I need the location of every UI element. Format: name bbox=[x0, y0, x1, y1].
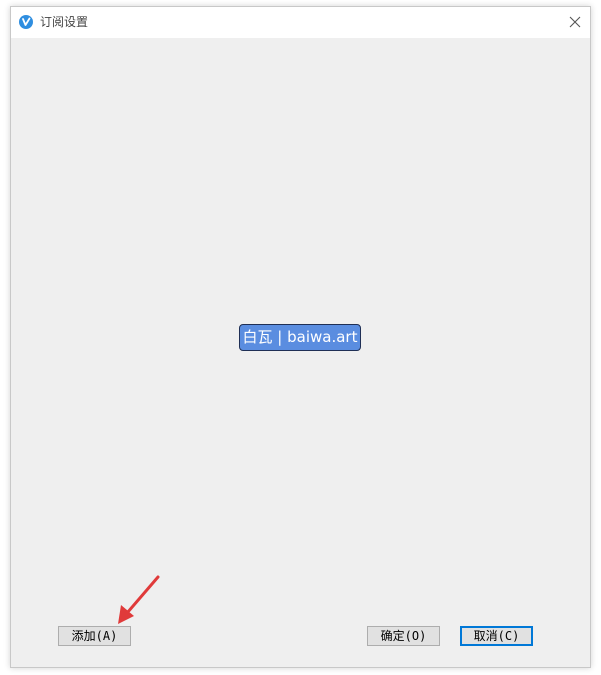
cancel-button[interactable]: 取消(C) bbox=[460, 626, 533, 646]
app-logo-icon bbox=[19, 15, 33, 29]
subscription-settings-dialog: 订阅设置 白瓦 | baiwa.art 添加(A) 确定(O) 取消(C) bbox=[10, 6, 591, 668]
window-title: 订阅设置 bbox=[40, 15, 89, 29]
add-button[interactable]: 添加(A) bbox=[58, 626, 131, 646]
watermark-badge: 白瓦 | baiwa.art bbox=[239, 324, 361, 351]
close-icon bbox=[569, 16, 581, 28]
ok-button[interactable]: 确定(O) bbox=[367, 626, 440, 646]
close-button[interactable] bbox=[564, 11, 586, 33]
title-bar[interactable]: 订阅设置 bbox=[11, 7, 590, 38]
